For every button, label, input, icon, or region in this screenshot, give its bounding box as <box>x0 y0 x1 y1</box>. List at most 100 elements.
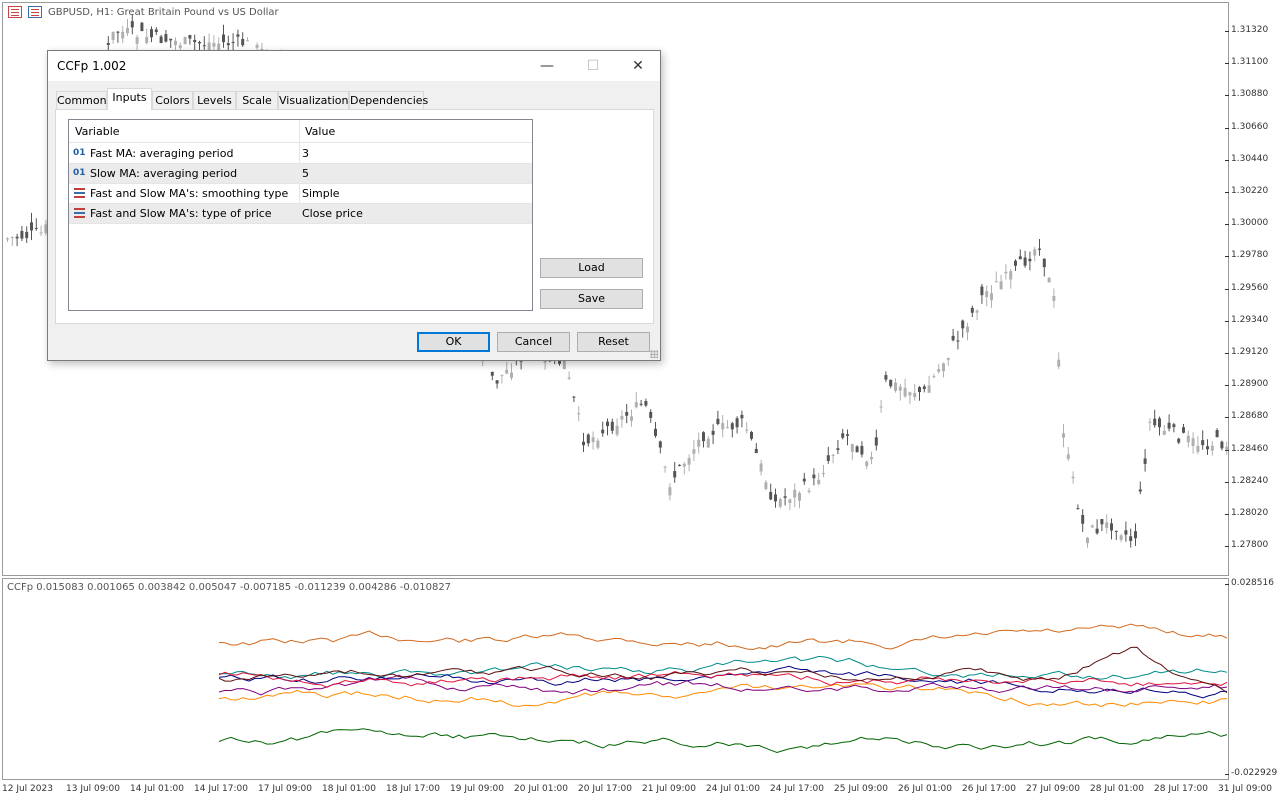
reset-button[interactable]: Reset <box>577 332 650 352</box>
candle-body <box>202 45 206 47</box>
time-label: 19 Jul 09:00 <box>450 784 504 794</box>
candle-body <box>231 42 235 44</box>
candle-body <box>860 445 864 455</box>
candle-body <box>1186 435 1190 443</box>
candle-body <box>116 31 120 33</box>
ccfp-line <box>218 728 1228 754</box>
price-tick: 1.29340 <box>1224 314 1269 325</box>
input-row-fast-period[interactable]: 01 Fast MA: averaging period 3 <box>69 144 532 164</box>
candle-body <box>932 376 936 378</box>
time-label: 18 Jul 01:00 <box>322 784 376 794</box>
candle-body <box>850 444 854 452</box>
chart-list-icon[interactable] <box>8 6 22 18</box>
candle-body <box>188 35 192 39</box>
chart-window-icon[interactable] <box>28 6 42 18</box>
candle-body <box>1042 258 1046 268</box>
candle-body <box>10 237 14 239</box>
maximize-button[interactable]: ☐ <box>570 51 616 81</box>
close-button[interactable]: ✕ <box>615 51 661 81</box>
price-tick: 1.30440 <box>1224 153 1269 164</box>
tab-visualization[interactable]: Visualization <box>278 91 349 109</box>
candle-body <box>702 432 705 442</box>
candle-body <box>908 392 912 396</box>
dialog-title: CCFp 1.002 <box>57 59 127 73</box>
candle-body <box>577 413 581 415</box>
candle-body <box>226 43 230 46</box>
candle-body <box>937 369 941 372</box>
candle-body <box>1220 441 1224 449</box>
input-row-smoothing-type[interactable]: Fast and Slow MA's: smoothing type Simpl… <box>69 184 532 204</box>
load-button[interactable]: Load <box>540 258 643 278</box>
input-variable: Slow MA: averaging period <box>90 167 238 180</box>
candle-body <box>1162 430 1166 435</box>
input-value[interactable]: 5 <box>302 167 309 180</box>
candle-body <box>1062 433 1065 438</box>
candle-body <box>130 21 134 28</box>
input-value[interactable]: 3 <box>302 147 309 160</box>
input-value[interactable]: Close price <box>302 207 363 220</box>
time-label: 24 Jul 01:00 <box>706 784 760 794</box>
candle-body <box>25 231 29 239</box>
candle-body <box>169 38 173 41</box>
time-label: 31 Jul 09:00 <box>1218 784 1272 794</box>
time-label: 24 Jul 17:00 <box>770 784 824 794</box>
resize-grip[interactable] <box>650 350 658 358</box>
save-button[interactable]: Save <box>540 289 643 309</box>
candle-body <box>918 387 921 393</box>
candle-body <box>999 281 1003 290</box>
dialog-titlebar[interactable]: CCFp 1.002 — ☐ ✕ <box>48 51 660 81</box>
candle-body <box>1052 295 1056 301</box>
tab-levels[interactable]: Levels <box>193 91 236 109</box>
candle-body <box>34 227 38 229</box>
cancel-button[interactable]: Cancel <box>497 332 570 352</box>
candle-body <box>798 492 801 501</box>
indicator-title: CCFp 0.015083 0.001065 0.003842 0.005047… <box>7 582 452 593</box>
minimize-button[interactable]: — <box>524 51 570 81</box>
candle-body <box>654 428 657 436</box>
candle-body <box>1210 445 1214 451</box>
candle-body <box>634 402 638 408</box>
candle-body <box>884 375 888 380</box>
candle-body <box>1057 359 1061 367</box>
candle-body <box>606 421 609 427</box>
candle-body <box>754 448 758 454</box>
candle-body <box>1167 422 1171 429</box>
candle-body <box>212 42 216 47</box>
price-tick: 1.29780 <box>1224 250 1269 261</box>
inputs-panel: Variable Value 01 Fast MA: averaging per… <box>55 109 654 324</box>
tab-inputs[interactable]: Inputs <box>107 88 152 110</box>
candle-body <box>1153 418 1157 426</box>
candle-body <box>1033 249 1037 256</box>
time-label: 28 Jul 17:00 <box>1154 784 1208 794</box>
candle-body <box>1124 530 1128 535</box>
tab-common[interactable]: Common <box>56 91 107 109</box>
candle-body <box>601 429 605 434</box>
time-label: 12 Jul 2023 <box>2 784 53 794</box>
candle-body <box>745 429 749 431</box>
tab-scale[interactable]: Scale <box>236 91 278 109</box>
candle-body <box>562 360 566 370</box>
candle-body <box>567 377 571 379</box>
ccfp-line <box>218 670 1228 688</box>
candle-body <box>1215 430 1219 438</box>
input-row-slow-period[interactable]: 01 Slow MA: averaging period 5 <box>69 164 532 184</box>
candle-body <box>1206 446 1209 450</box>
time-label: 13 Jul 09:00 <box>66 784 120 794</box>
price-tick: 1.29560 <box>1224 282 1269 293</box>
input-row-price-type[interactable]: Fast and Slow MA's: type of price Close … <box>69 204 532 224</box>
input-value[interactable]: Simple <box>302 187 340 200</box>
ok-button[interactable]: OK <box>417 332 490 352</box>
indicator-properties-dialog: CCFp 1.002 — ☐ ✕ Common Inputs Colors Le… <box>47 50 661 361</box>
tab-dependencies[interactable]: Dependencies <box>349 91 428 109</box>
inputs-grid[interactable]: Variable Value 01 Fast MA: averaging per… <box>68 119 533 311</box>
input-variable: Fast MA: averaging period <box>90 147 234 160</box>
indicator-window[interactable]: CCFp 0.015083 0.001065 0.003842 0.005047… <box>2 578 1229 780</box>
candle-body <box>500 374 504 376</box>
candle-body <box>140 22 144 32</box>
time-label: 27 Jul 09:00 <box>1026 784 1080 794</box>
candle-body <box>1090 525 1094 528</box>
time-label: 14 Jul 17:00 <box>194 784 248 794</box>
candle-body <box>946 357 950 360</box>
candle-body <box>174 40 177 46</box>
tab-colors[interactable]: Colors <box>152 91 193 109</box>
